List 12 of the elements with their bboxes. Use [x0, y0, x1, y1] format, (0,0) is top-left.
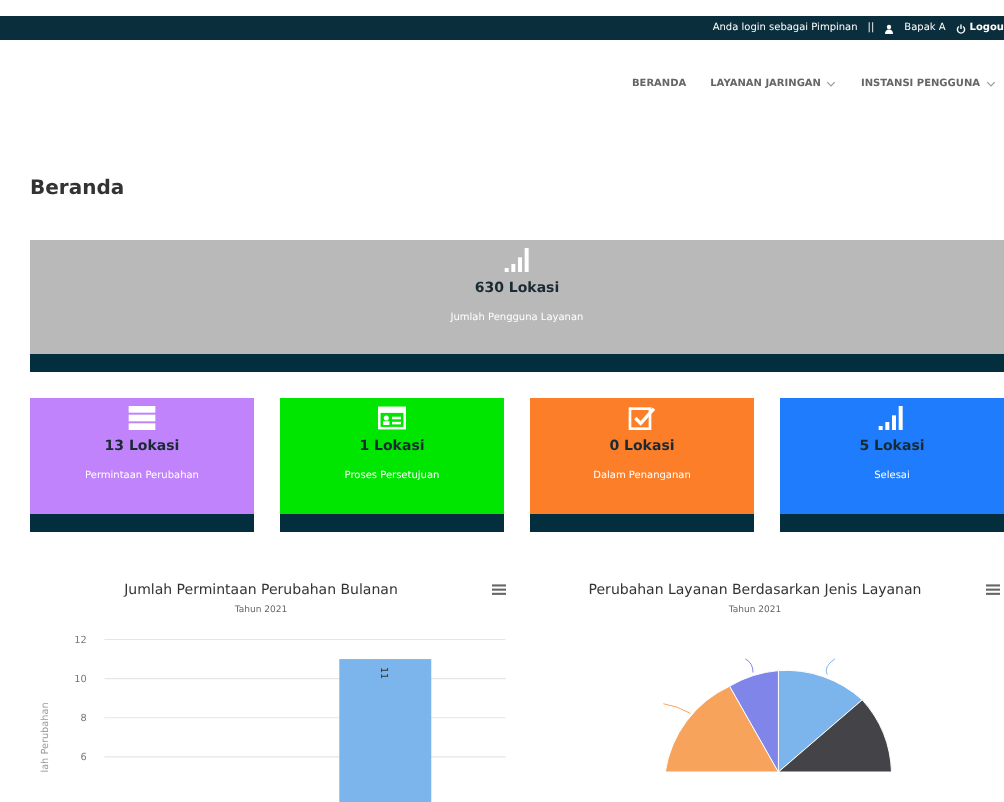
user-icon: [884, 23, 895, 33]
caret-icon: [986, 80, 996, 88]
menu-icon[interactable]: [986, 584, 1000, 596]
server-icon: [128, 406, 156, 430]
signal-bars-icon: [878, 406, 906, 430]
signal-bars-icon: [503, 248, 531, 272]
menu-icon[interactable]: [492, 584, 506, 596]
power-icon: [955, 23, 966, 33]
page-title: Beranda: [30, 178, 127, 200]
id-card-icon: [378, 406, 406, 430]
caret-icon: [826, 80, 837, 88]
checkbox-icon: [628, 406, 656, 430]
